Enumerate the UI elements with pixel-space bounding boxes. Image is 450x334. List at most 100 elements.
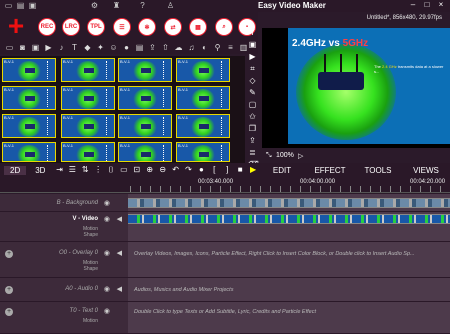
media-thumbnail[interactable]: B-V-1 — [176, 142, 230, 162]
zoom-out-icon[interactable]: ⊖ — [158, 165, 168, 175]
timeline-ruler[interactable]: 00:03:40.000 00:04:00.000 00:04:20.000 — [0, 177, 450, 193]
media-thumbnail[interactable]: B-V-1 — [61, 58, 115, 82]
star-tool-icon[interactable]: ✩ — [248, 112, 258, 121]
media-thumbnail[interactable]: B-V-1 — [2, 114, 56, 138]
media-thumbnail[interactable]: B-V-1 — [176, 86, 230, 110]
media-thumbnail[interactable]: B-V-1 — [118, 58, 172, 82]
image-icon[interactable]: ▣ — [30, 42, 41, 53]
add-media-button[interactable]: + — [5, 12, 27, 40]
menu-tools[interactable]: TOOLS — [354, 166, 402, 175]
tab-2d[interactable]: 2D — [4, 165, 27, 175]
tab-3d[interactable]: 3D — [29, 166, 51, 175]
search-button[interactable]: ⌕ — [215, 18, 233, 36]
media-thumbnail[interactable]: B-V-1 — [176, 58, 230, 82]
eye-icon[interactable]: ◉ — [104, 199, 110, 207]
add-track-icon[interactable]: + — [5, 250, 13, 258]
crop-tool-icon[interactable]: ⌗ — [248, 64, 258, 73]
save-icon[interactable]: ▣ — [28, 1, 37, 10]
copy-tool-icon[interactable]: ❐ — [248, 124, 258, 133]
snap-icon[interactable]: ⌷ — [106, 165, 116, 175]
media-thumbnail[interactable]: B-V-1 — [2, 58, 56, 82]
split-icon[interactable]: ⋮ — [93, 165, 103, 175]
eye-icon[interactable]: ◉ — [104, 307, 110, 315]
settings-icon[interactable]: ⚙ — [90, 1, 99, 10]
track-lane-background[interactable] — [128, 194, 450, 212]
layers-tool-icon[interactable]: ≣ — [248, 148, 258, 157]
transitions-button[interactable]: ⇄ — [164, 18, 182, 36]
close-icon[interactable]: × — [436, 0, 446, 10]
export-icon[interactable]: ⇪ — [147, 42, 158, 53]
media-thumbnail[interactable]: B-V-1 — [2, 86, 56, 110]
video-icon[interactable]: ▶ — [43, 42, 54, 53]
menu-edit[interactable]: EDIT — [258, 166, 306, 175]
media-thumbnail[interactable]: B-V-1 — [61, 142, 115, 162]
undo-icon[interactable]: ↶ — [171, 165, 181, 175]
video-preview[interactable]: 2.4GHz vs 5GHz The 2.4 GHz transmits dat… — [262, 28, 450, 148]
mark-in-icon[interactable]: [ — [209, 165, 219, 175]
grid-button[interactable]: ▦ — [189, 18, 207, 36]
record-button[interactable]: REC — [38, 18, 56, 36]
mark-out-icon[interactable]: ] — [222, 165, 232, 175]
zoom-level[interactable]: 100% — [276, 152, 294, 159]
gif-icon[interactable]: ▤ — [134, 42, 145, 53]
effects-button[interactable]: ✻ — [138, 18, 156, 36]
media-thumbnail[interactable]: B-V-1 — [2, 142, 56, 162]
track-header-audio[interactable]: + A0 - Audio 0 ◉ ◀ — [0, 278, 128, 302]
video-tool-icon[interactable]: ▶ — [248, 52, 258, 61]
media-thumbnail[interactable]: B-V-1 — [176, 114, 230, 138]
mic-icon[interactable]: ♫ — [186, 42, 197, 53]
ripple-icon[interactable]: ⇅ — [80, 165, 90, 175]
pen-tool-icon[interactable]: ✎ — [248, 88, 258, 97]
stop-icon[interactable]: ■ — [235, 165, 245, 175]
track-header-background[interactable]: B - Background ◉ — [0, 194, 128, 212]
eye-icon[interactable]: ◉ — [104, 249, 110, 257]
maximize-icon[interactable]: □ — [422, 0, 432, 10]
media-thumbnail[interactable]: B-V-1 — [118, 142, 172, 162]
color-icon[interactable]: ◐ — [199, 42, 210, 53]
storyboard-icon[interactable]: ▭ — [119, 165, 129, 175]
video-clips[interactable] — [128, 214, 450, 224]
text-tool-icon[interactable]: T — [248, 28, 258, 37]
track-header-video[interactable]: V - Video Motion Shape ◉ ◀ — [0, 212, 128, 242]
lyric-button[interactable]: LRC — [62, 18, 80, 36]
minimize-icon[interactable]: – — [408, 0, 418, 10]
list-button[interactable]: ☰ — [113, 18, 131, 36]
link-icon[interactable]: ⚲ — [212, 42, 223, 53]
media-thumbnail[interactable]: B-V-1 — [61, 114, 115, 138]
speaker-icon[interactable]: ◀ — [117, 215, 122, 223]
track-header-text[interactable]: + T0 - Text 0 Motion ◉ — [0, 302, 128, 334]
add-track-icon[interactable]: + — [5, 308, 13, 316]
record-dot-icon[interactable]: ● — [196, 165, 206, 175]
zoom-in-icon[interactable]: ⊕ — [145, 165, 155, 175]
list-view-icon[interactable]: ☰ — [67, 165, 77, 175]
text-icon[interactable]: T — [69, 42, 80, 53]
help-icon[interactable]: ? — [138, 1, 147, 10]
export-tool-icon[interactable]: ⇪ — [248, 136, 258, 145]
menu-effect[interactable]: EFFECT — [306, 166, 354, 175]
camera-icon[interactable]: ◙ — [17, 42, 28, 53]
cube-tool-icon[interactable]: ▢ — [248, 100, 258, 109]
sticker-icon[interactable]: ☺ — [108, 42, 119, 53]
open-folder-icon[interactable]: ▤ — [16, 1, 25, 10]
track-lane-audio[interactable]: Audios, Musics and Audio Mixer Projects — [128, 278, 450, 302]
add-track-icon[interactable]: + — [5, 286, 13, 294]
media-thumbnail[interactable]: B-V-1 — [118, 114, 172, 138]
record-icon[interactable]: ● — [121, 42, 132, 53]
share-icon[interactable]: ⇧ — [160, 42, 171, 53]
shirt-icon[interactable]: ♙ — [166, 1, 175, 10]
background-clips[interactable] — [128, 198, 450, 208]
track-lane-overlay[interactable]: Overlay Videos, Images, Icons, Particle … — [128, 242, 450, 278]
cloud-icon[interactable]: ☁ — [173, 42, 184, 53]
play-icon[interactable]: ▷ — [298, 152, 303, 160]
eye-icon[interactable]: ◉ — [104, 285, 110, 293]
shape-icon[interactable]: ◆ — [82, 42, 93, 53]
track-header-overlay[interactable]: + O0 - Overlay 0 Motion Shape ◉ ◀ — [0, 242, 128, 278]
menu-views[interactable]: VIEWS — [402, 166, 450, 175]
shape-tool-icon[interactable]: ◇ — [248, 76, 258, 85]
media-thumbnail[interactable]: B-V-1 — [118, 86, 172, 110]
fit-icon[interactable]: ⤡ — [266, 152, 272, 160]
track-lane-text[interactable]: Double Click to type Texts or Add Subtit… — [128, 302, 450, 334]
particle-icon[interactable]: ✦ — [95, 42, 106, 53]
shop-icon[interactable]: ♜ — [112, 1, 121, 10]
list-icon[interactable]: ≡ — [225, 42, 236, 53]
